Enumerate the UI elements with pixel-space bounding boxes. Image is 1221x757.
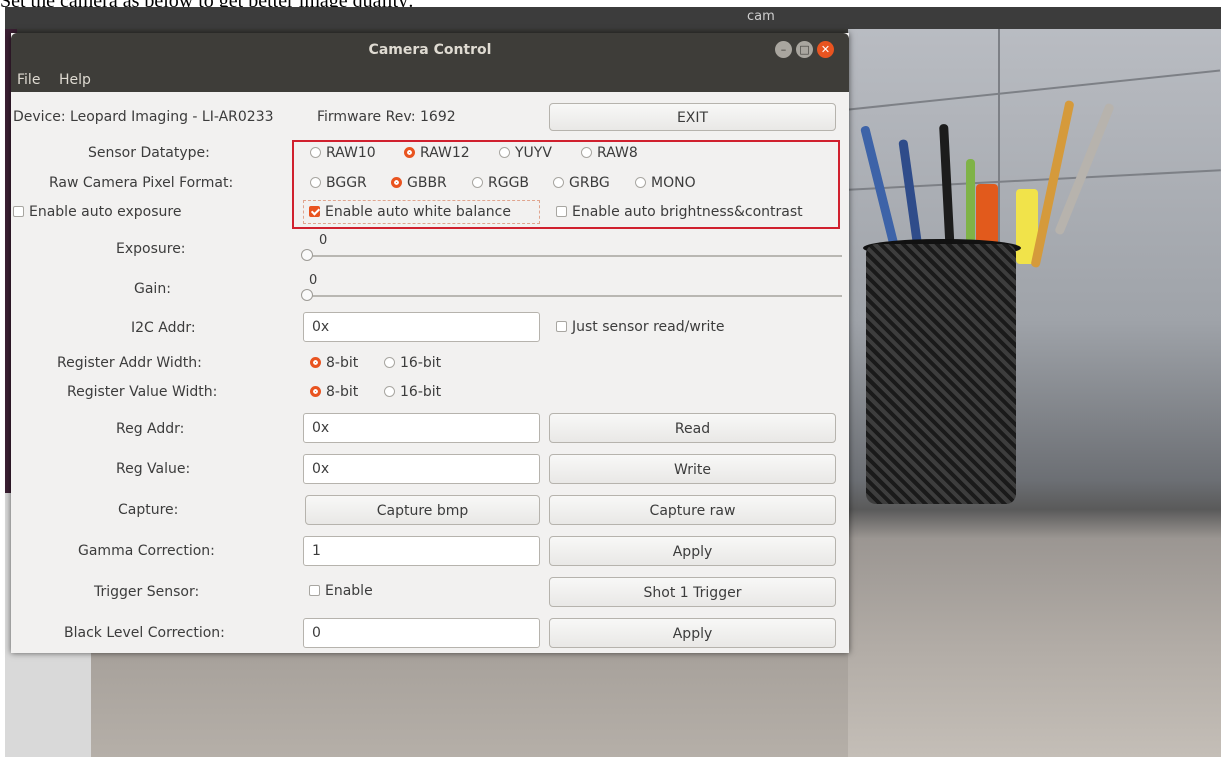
reg-addr-input[interactable] [303,413,540,443]
radio-raw12[interactable]: RAW12 [404,145,470,161]
camera-control-window: Camera Control – □ ✕ File Help Device: L… [11,33,849,653]
pen-holder [866,244,1016,504]
radio-rggb[interactable]: RGGB [472,175,529,191]
radio-yuyv[interactable]: YUYV [499,145,552,161]
auto-brightness-check-indicator[interactable] [556,206,567,217]
exit-button[interactable]: EXIT [549,103,836,131]
radio-value-16bit[interactable]: 16-bit [384,384,441,400]
radio-addr-16bit-indicator[interactable] [384,357,395,368]
trigger-enable-checkbox[interactable]: Enable [309,583,373,599]
radio-addr-16bit[interactable]: 16-bit [384,355,441,371]
exposure-slider-thumb[interactable] [301,249,313,261]
radio-grbg-indicator[interactable] [553,177,564,188]
black-level-label: Black Level Correction: [64,625,225,641]
radio-addr-8bit[interactable]: 8-bit [310,355,358,371]
auto-exposure-check-indicator[interactable] [13,206,24,217]
radio-gbbr[interactable]: GBBR [391,175,447,191]
auto-brightness-checkbox[interactable]: Enable auto brightness&contrast [556,204,803,220]
menu-file[interactable]: File [17,72,40,88]
reg-value-width-label: Register Value Width: [67,384,218,400]
exposure-label: Exposure: [116,241,186,257]
radio-addr-8bit-indicator[interactable] [310,357,321,368]
radio-raw8-indicator[interactable] [581,147,592,158]
menubar: File Help [11,67,849,92]
read-button[interactable]: Read [549,413,836,443]
radio-value-8bit[interactable]: 8-bit [310,384,358,400]
cam-window-titlebar: cam [5,7,1221,29]
radio-raw8[interactable]: RAW8 [581,145,638,161]
radio-grbg[interactable]: GRBG [553,175,610,191]
trigger-label: Trigger Sensor: [94,584,200,600]
black-level-input[interactable] [303,618,540,648]
radio-yuyv-indicator[interactable] [499,147,510,158]
exposure-value: 0 [319,233,328,248]
maximize-icon[interactable]: □ [796,41,813,58]
gain-slider-track[interactable] [305,295,842,297]
capture-bmp-button[interactable]: Capture bmp [305,495,540,525]
close-icon[interactable]: ✕ [817,41,834,58]
cam-window-title: cam [747,9,775,24]
gamma-apply-button[interactable]: Apply [549,536,836,566]
shot-trigger-button[interactable]: Shot 1 Trigger [549,577,836,607]
trigger-enable-check-indicator[interactable] [309,585,320,596]
i2c-addr-input[interactable] [303,312,540,342]
radio-raw12-indicator[interactable] [404,147,415,158]
radio-mono-indicator[interactable] [635,177,646,188]
radio-raw10-indicator[interactable] [310,147,321,158]
radio-mono[interactable]: MONO [635,175,696,191]
menu-help[interactable]: Help [59,72,91,88]
exposure-slider-track[interactable] [305,255,842,257]
capture-label: Capture: [118,502,179,518]
reg-value-label: Reg Value: [116,461,191,477]
auto-exposure-checkbox[interactable]: Enable auto exposure [13,204,181,220]
sensor-datatype-label: Sensor Datatype: [88,145,210,161]
radio-value-8bit-indicator[interactable] [310,386,321,397]
window-title: Camera Control [368,42,492,58]
radio-bggr[interactable]: BGGR [310,175,367,191]
radio-bggr-indicator[interactable] [310,177,321,188]
gain-value: 0 [309,273,318,288]
radio-raw10[interactable]: RAW10 [310,145,376,161]
auto-white-balance-checkbox[interactable]: Enable auto white balance [309,204,511,220]
radio-gbbr-indicator[interactable] [391,177,402,188]
radio-value-16bit-indicator[interactable] [384,386,395,397]
reg-addr-label: Reg Addr: [116,421,185,437]
gain-label: Gain: [134,281,171,297]
capture-raw-button[interactable]: Capture raw [549,495,836,525]
minimize-icon[interactable]: – [775,41,792,58]
black-level-apply-button[interactable]: Apply [549,618,836,648]
window-titlebar[interactable]: Camera Control – □ ✕ [11,33,849,67]
device-label: Device: Leopard Imaging - LI-AR0233 [13,109,274,125]
just-sensor-checkbox[interactable]: Just sensor read/write [556,319,725,335]
gamma-input[interactable] [303,536,540,566]
camera-preview [848,29,1221,757]
radio-rggb-indicator[interactable] [472,177,483,188]
reg-value-input[interactable] [303,454,540,484]
write-button[interactable]: Write [549,454,836,484]
just-sensor-check-indicator[interactable] [556,321,567,332]
i2c-addr-label: I2C Addr: [131,320,196,336]
pixel-format-label: Raw Camera Pixel Format: [49,175,234,191]
gain-slider-thumb[interactable] [301,289,313,301]
gamma-label: Gamma Correction: [78,543,215,559]
auto-white-balance-check-indicator[interactable] [309,206,320,217]
firmware-label: Firmware Rev: 1692 [317,109,456,125]
reg-addr-width-label: Register Addr Width: [57,355,202,371]
